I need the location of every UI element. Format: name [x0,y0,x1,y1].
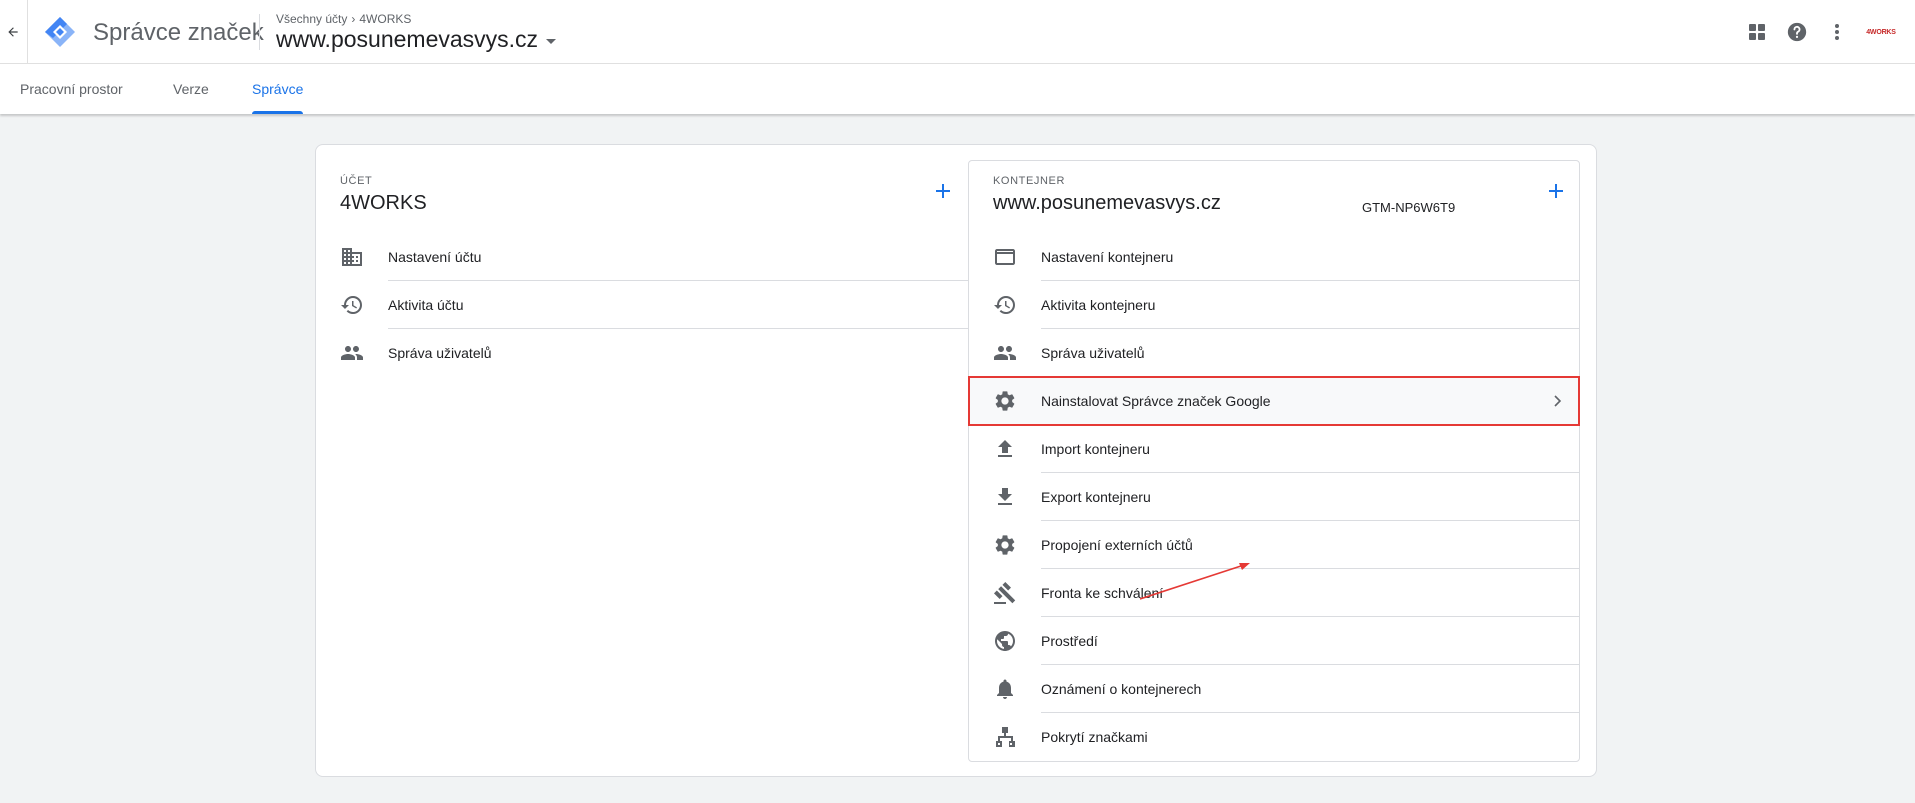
gavel-icon [993,581,1017,605]
account-logo-text: 4WORKS [1866,28,1896,36]
product-name: Správce značek [93,19,264,46]
tab-admin[interactable]: Správce [252,64,304,114]
help-icon[interactable] [1781,16,1813,48]
account-label: Účet [340,175,373,187]
admin-card: Účet 4WORKS Nastavení účtu Aktivita účtu [315,144,1597,777]
tag-coverage-item[interactable]: Pokrytí značkami [969,713,1579,761]
menu-item-label: Nastavení účtu [388,249,482,265]
menu-item-label: Fronta ke schválení [1041,585,1164,601]
approval-queue-item[interactable]: Fronta ke schválení [969,569,1579,617]
menu-item-label: Pokrytí značkami [1041,729,1148,745]
account-settings-item[interactable]: Nastavení účtu [340,233,968,281]
apps-grid-icon[interactable] [1741,16,1773,48]
back-arrow-icon[interactable] [0,14,26,50]
menu-item-label: Import kontejneru [1041,441,1150,457]
container-label: Kontejner [993,175,1066,187]
menu-item-label: Aktivita kontejneru [1041,297,1156,313]
install-gtm-item[interactable]: Nainstalovat Správce značek Google [968,376,1580,426]
import-container-item[interactable]: Import kontejneru [969,425,1579,473]
gear-icon [993,533,1017,557]
external-accounts-item[interactable]: Propojení externích účtů [969,521,1579,569]
breadcrumb-all-accounts[interactable]: Všechny účty [276,12,347,26]
tab-bar: Pracovní prostor Verze Správce [0,64,1915,114]
building-icon [340,245,364,269]
menu-item-label: Export kontejneru [1041,489,1151,505]
menu-item-label: Oznámení o kontejnerech [1041,681,1202,697]
container-switcher[interactable]: www.posunemevasvys.cz [276,26,557,53]
tab-workspace[interactable]: Pracovní prostor [20,64,123,114]
add-account-button[interactable] [931,179,955,203]
container-activity-item[interactable]: Aktivita kontejneru [969,281,1579,329]
container-column: Kontejner www.posunemevasvys.cz GTM-NP6W… [968,160,1580,762]
web-icon [993,245,1017,269]
people-icon [993,341,1017,365]
environments-item[interactable]: Prostředí [969,617,1579,665]
tag-manager-logo-icon[interactable] [44,16,76,48]
container-notifications-item[interactable]: Oznámení o kontejnerech [969,665,1579,713]
account-avatar[interactable]: 4WORKS [1861,16,1901,48]
container-name[interactable]: www.posunemevasvys.cz [276,26,538,53]
add-container-button[interactable] [1544,179,1568,203]
bell-icon [993,677,1017,701]
divider [27,0,28,64]
container-id: GTM-NP6W6T9 [1362,200,1456,215]
menu-item-label: Aktivita účtu [388,297,464,313]
globe-icon [993,629,1017,653]
history-icon [993,293,1017,317]
chevron-right-icon: › [351,12,356,26]
chevron-right-icon [1549,393,1565,409]
export-container-item[interactable]: Export kontejneru [969,473,1579,521]
tab-versions[interactable]: Verze [173,64,209,114]
header-actions: 4WORKS [1733,16,1915,48]
hierarchy-icon [993,725,1017,749]
menu-item-label: Nastavení kontejneru [1041,249,1174,265]
gear-icon [993,389,1017,413]
top-app-bar: Správce značek Všechny účty › 4WORKS www… [0,0,1915,64]
breadcrumb[interactable]: Všechny účty › 4WORKS [276,12,411,26]
more-vert-icon[interactable] [1821,16,1853,48]
menu-item-label: Prostředí [1041,633,1098,649]
container-user-management-item[interactable]: Správa uživatelů [969,329,1579,377]
account-activity-item[interactable]: Aktivita účtu [340,281,968,329]
people-icon [340,341,364,365]
breadcrumb-account[interactable]: 4WORKS [359,12,411,26]
divider [259,14,260,50]
menu-item-label: Propojení externích účtů [1041,537,1193,553]
container-settings-item[interactable]: Nastavení kontejneru [969,233,1579,281]
upload-icon [993,437,1017,461]
account-title: 4WORKS [340,192,427,214]
menu-item-label: Správa uživatelů [1041,345,1145,361]
menu-item-label: Nainstalovat Správce značek Google [1041,393,1271,409]
container-title: www.posunemevasvys.cz [993,192,1221,214]
account-menu: Nastavení účtu Aktivita účtu Správa uživ… [340,233,968,377]
dropdown-caret-icon[interactable] [546,38,557,44]
download-icon [993,485,1017,509]
history-icon [340,293,364,317]
menu-item-label: Správa uživatelů [388,345,492,361]
account-user-management-item[interactable]: Správa uživatelů [340,329,968,377]
container-menu: Nastavení kontejneru Aktivita kontejneru… [968,233,1580,761]
